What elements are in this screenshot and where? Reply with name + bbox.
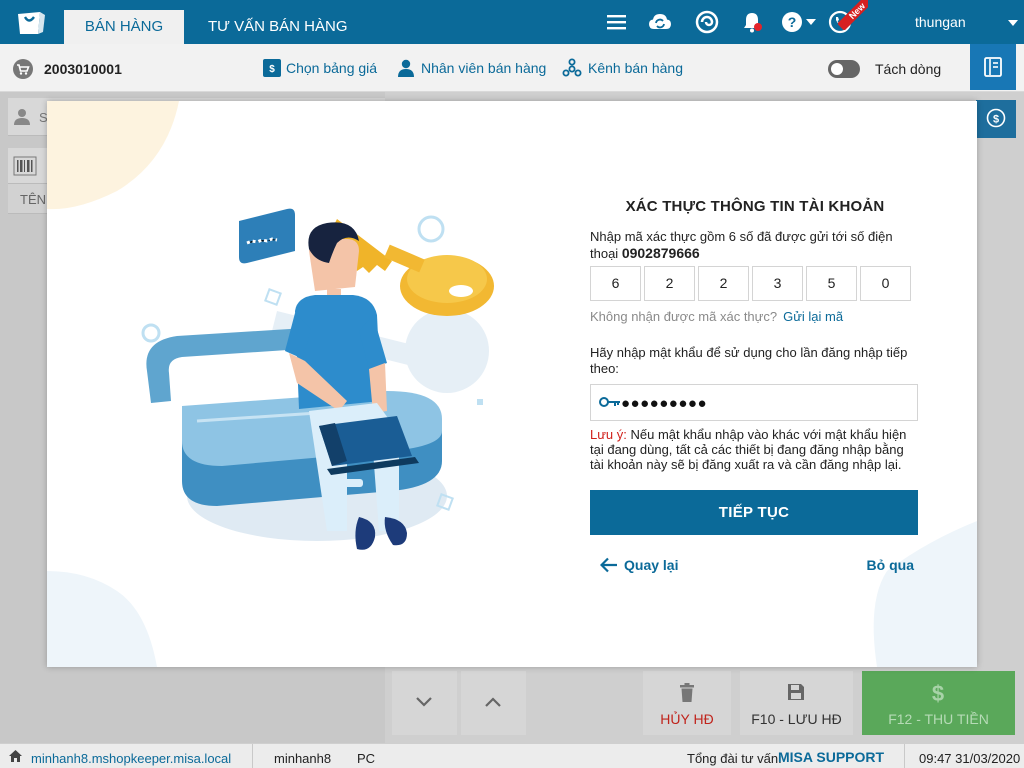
cloud-sync-icon[interactable] bbox=[648, 10, 672, 34]
sales-channel-icon[interactable] bbox=[562, 58, 582, 78]
cart-icon bbox=[13, 59, 33, 79]
order-number: 2003010001 bbox=[44, 61, 122, 77]
verification-form: XÁC THỰC THÔNG TIN TÀI KHOẢN Nhập mã xác… bbox=[590, 101, 920, 667]
code-digit-input-2[interactable]: 2 bbox=[644, 266, 695, 301]
scroll-down-button[interactable] bbox=[392, 671, 457, 735]
home-icon bbox=[9, 750, 22, 762]
dollar-icon: $ bbox=[932, 681, 944, 705]
store-domain: minhanh8.mshopkeeper.misa.local bbox=[31, 751, 232, 766]
status-device: PC bbox=[357, 751, 376, 766]
resend-question: Không nhận được mã xác thực? bbox=[590, 309, 778, 324]
tab-sales-consulting[interactable]: TƯ VẤN BÁN HÀNG bbox=[184, 10, 372, 44]
payment-side-button[interactable]: $ bbox=[976, 100, 1016, 138]
skip-button[interactable]: Bỏ qua bbox=[867, 557, 914, 573]
svg-text:$: $ bbox=[932, 681, 944, 705]
top-bar: BÁN HÀNG TƯ VẤN BÁN HÀNG ? New thungan bbox=[0, 0, 1024, 44]
code-digit-input-1[interactable]: 6 bbox=[590, 266, 641, 301]
pay-label: F12 - THU TIỀN bbox=[888, 711, 989, 727]
save-invoice-label: F10 - LƯU HĐ bbox=[751, 711, 842, 727]
password-input[interactable]: ●●●●●●●●● bbox=[590, 384, 918, 421]
help-icon[interactable]: ? bbox=[780, 10, 804, 34]
sales-staff-icon[interactable] bbox=[396, 58, 416, 78]
resend-row: Không nhận được mã xác thực? Gửi lại mã bbox=[590, 309, 843, 324]
user-name[interactable]: thungan bbox=[915, 14, 966, 30]
help-chevron-down-icon[interactable] bbox=[806, 19, 816, 25]
account-verification-dialog: XÁC THỰC THÔNG TIN TÀI KHOẢN Nhập mã xác… bbox=[47, 101, 977, 667]
cancel-invoice-label: HỦY HĐ bbox=[660, 711, 714, 727]
dialog-title: XÁC THỰC THÔNG TIN TÀI KHOẢN bbox=[625, 198, 885, 215]
sales-staff-button[interactable]: Nhân viên bán hàng bbox=[421, 60, 546, 76]
save-icon bbox=[788, 684, 804, 700]
continue-button[interactable]: TIẾP TỤC bbox=[590, 490, 918, 535]
column-name-header: TÊN bbox=[20, 192, 46, 207]
security-illustration bbox=[141, 208, 494, 550]
new-badge: New bbox=[838, 0, 868, 30]
svg-text:$: $ bbox=[993, 114, 999, 126]
support-name[interactable]: MISA SUPPORT bbox=[778, 749, 884, 765]
split-line-toggle[interactable] bbox=[828, 60, 860, 78]
customer-icon bbox=[14, 109, 30, 125]
scroll-up-button[interactable] bbox=[461, 671, 526, 735]
panel-toggle-button[interactable] bbox=[970, 44, 1016, 90]
chevron-up-icon bbox=[485, 697, 501, 707]
status-bar: minhanh8.mshopkeeper.misa.local minhanh8… bbox=[0, 743, 1024, 768]
phone-number: 0902879666 bbox=[621, 245, 700, 261]
price-list-button[interactable]: Chọn bảng giá bbox=[286, 60, 377, 76]
password-label: Hãy nhập mật khẩu để sử dụng cho lần đăn… bbox=[590, 345, 908, 376]
menu-icon[interactable] bbox=[605, 10, 629, 34]
status-user: minhanh8 bbox=[274, 751, 332, 766]
price-list-icon[interactable]: $ bbox=[262, 58, 282, 78]
pay-button[interactable]: $ F12 - THU TIỀN bbox=[862, 671, 1015, 735]
cancel-invoice-button[interactable]: HỦY HĐ bbox=[643, 671, 731, 735]
code-digit-input-6[interactable]: 0 bbox=[860, 266, 911, 301]
key-icon bbox=[599, 397, 620, 407]
sales-channel-button[interactable]: Kênh bán hàng bbox=[588, 60, 683, 76]
barcode-icon bbox=[13, 156, 37, 176]
shop-logo-icon[interactable] bbox=[14, 8, 48, 36]
code-instruction: Nhập mã xác thực gồm 6 số đã được gửi tớ… bbox=[590, 229, 893, 261]
resend-code-link[interactable]: Gửi lại mã bbox=[783, 309, 843, 324]
dollar-circle-icon: $ bbox=[986, 108, 1006, 128]
code-digit-input-3[interactable]: 2 bbox=[698, 266, 749, 301]
tab-sales[interactable]: BÁN HÀNG bbox=[64, 10, 184, 44]
swirl-app-icon[interactable] bbox=[695, 10, 719, 34]
chevron-down-icon bbox=[416, 697, 432, 707]
save-invoice-button[interactable]: F10 - LƯU HĐ bbox=[740, 671, 853, 735]
svg-text:$: $ bbox=[269, 64, 275, 75]
code-digit-input-5[interactable]: 5 bbox=[806, 266, 857, 301]
document-list-icon bbox=[984, 57, 1002, 77]
support-label: Tổng đài tư vấn: bbox=[687, 751, 782, 766]
user-chevron-down-icon[interactable] bbox=[1008, 20, 1018, 26]
svg-text:?: ? bbox=[788, 14, 797, 30]
notification-bell-icon[interactable] bbox=[740, 10, 764, 34]
order-toolbar: 2003010001 $ Chọn bảng giá Nhân viên bán… bbox=[0, 44, 1024, 92]
split-line-label: Tách dòng bbox=[875, 61, 942, 77]
password-value: ●●●●●●●●● bbox=[621, 395, 708, 412]
back-button[interactable]: Quay lại bbox=[624, 557, 678, 573]
trash-icon bbox=[680, 683, 694, 702]
status-datetime: 09:47 31/03/2020 bbox=[919, 751, 1021, 766]
code-digit-input-4[interactable]: 3 bbox=[752, 266, 803, 301]
arrow-left-icon[interactable] bbox=[600, 557, 618, 573]
password-note: Lưu ý: Nếu mật khẩu nhập vào khác với mậ… bbox=[590, 427, 907, 472]
